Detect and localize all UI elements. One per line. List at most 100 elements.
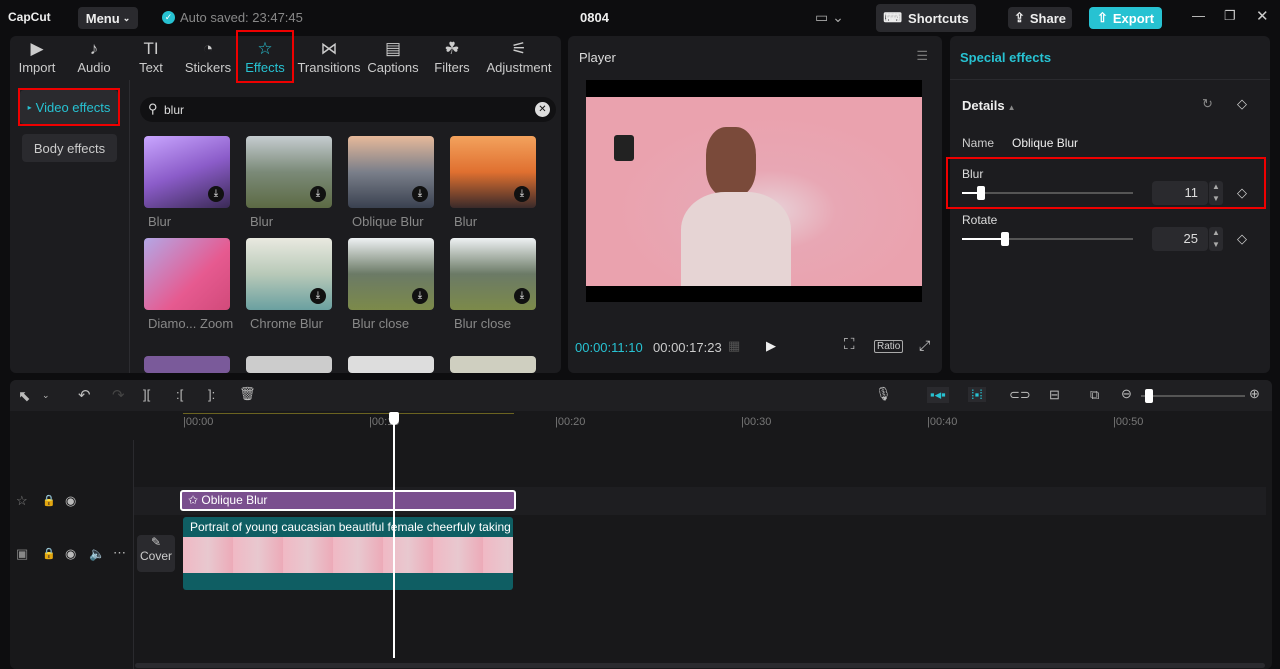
main-track-magnet-icon[interactable]: ▪◂▪ [927,387,949,403]
fullscreen-icon[interactable]: ⤢ [919,337,930,354]
blur-slider[interactable] [962,186,1133,200]
fit-icon[interactable]: ⛶ [844,336,855,353]
microphone-icon[interactable]: 🎙 [875,386,892,402]
timeline-scrollbar[interactable] [135,663,1265,668]
close-icon[interactable]: ✕ [1256,7,1269,25]
effect-label: Blur close [454,316,512,331]
eye-icon[interactable]: ◉ [65,493,76,509]
blur-value-input[interactable]: 11 [1152,181,1208,205]
tab-audio[interactable]: ♪ Audio [72,38,116,80]
time-tick: |00:40 [927,416,958,428]
undo-icon[interactable]: ↶ [78,386,91,404]
effect-clip-label: Oblique Blur [201,493,268,507]
playhead[interactable] [393,420,395,658]
blur-keyframe-icon[interactable]: ◇ [1237,185,1247,201]
video-preview[interactable] [586,80,922,302]
redo-icon[interactable]: ↷ [112,386,125,404]
zoom-slider-handle[interactable] [1145,389,1153,403]
video-track-icon: ▣ [16,546,29,561]
more-icon[interactable]: ⋯ [113,545,126,561]
project-name[interactable]: 0804 [580,10,609,25]
cover-button[interactable]: ✎ Cover [137,535,175,572]
zoom-out-icon[interactable]: ⊖ [1121,386,1132,402]
effect-thumbnail[interactable]: ⤓ [246,238,332,310]
eye-icon[interactable]: ◉ [65,546,76,562]
export-button[interactable]: ⇧ Export [1089,7,1162,29]
tab-effects[interactable]: ☆ Effects [238,38,292,80]
menu-icon[interactable]: ☰ [916,48,928,64]
timeline-zoom-slider[interactable] [1141,389,1245,403]
zoom-in-icon[interactable]: ⊕ [1249,386,1260,402]
tab-filters[interactable]: ☘ Filters [426,38,478,80]
download-icon[interactable]: ⤓ [208,186,224,202]
auto-snap-icon[interactable]: ⁞▪⁞ [968,387,986,402]
blur-stepper[interactable]: ▲ ▼ [1209,181,1223,205]
special-effects-tab[interactable]: Special effects [960,50,1051,65]
tab-adjustment[interactable]: ⚟ Adjustment [482,38,556,80]
current-time: 00:00:11:10 [575,340,643,355]
total-time: 00:00:17:23 [653,340,722,355]
effect-thumbnail[interactable]: ⤓ [450,238,536,310]
keyframe-icon[interactable]: ◇ [1237,96,1247,112]
tab-import[interactable]: ▶ Import [12,38,62,80]
details-section[interactable]: Details ▲ [962,98,1016,113]
tab-label: Captions [367,60,419,75]
download-icon[interactable]: ⤓ [310,288,326,304]
sidebar-body-effects[interactable]: Body effects [22,134,117,162]
effect-clip[interactable]: ✩ Oblique Blur [180,490,516,511]
shortcuts-button[interactable]: ⌨ Shortcuts [876,4,976,32]
rotate-stepper[interactable]: ▲ ▼ [1209,227,1223,251]
effect-thumbnail[interactable]: ⤓ [246,136,332,208]
rotate-keyframe-icon[interactable]: ◇ [1237,231,1247,247]
video-effects-label: Video effects [35,99,111,115]
audio-icon: ♪ [89,39,99,58]
sidebar-video-effects[interactable]: ▸ Video effects [20,90,118,124]
tab-label: Import [18,60,56,75]
playhead-handle[interactable] [389,412,399,425]
rotate-slider-handle[interactable] [1000,232,1009,246]
waveform-icon[interactable]: ▦ [728,338,740,354]
lock-icon[interactable]: 🔒 [42,494,56,507]
lock-icon[interactable]: 🔒 [42,547,56,560]
video-clip[interactable]: Portrait of young caucasian beautiful fe… [183,517,513,590]
tab-transitions[interactable]: ⋈ Transitions [296,38,362,80]
split-icon[interactable]: ][ [143,387,150,402]
effect-thumbnail[interactable]: ⤓ [450,136,536,208]
download-icon[interactable]: ⤓ [310,186,326,202]
tab-stickers[interactable]: ◔ Stickers [180,38,236,80]
delete-icon[interactable]: 🗑 [239,386,256,402]
play-icon[interactable]: ▶ [766,338,776,354]
ratio-button[interactable]: Ratio [874,340,904,353]
effect-label: Chrome Blur [250,316,323,331]
fit-timeline-icon[interactable]: ⧉ [1090,387,1099,403]
download-icon[interactable]: ⤓ [412,186,428,202]
split-right-icon[interactable]: ]: [208,387,215,402]
blur-slider-handle[interactable] [976,186,985,200]
effect-thumbnail[interactable] [144,238,230,310]
restore-icon[interactable]: ❐ [1224,8,1236,24]
tab-captions[interactable]: ▤ Captions [362,38,424,80]
effect-thumbnail[interactable]: ⤓ [144,136,230,208]
rotate-value-input[interactable]: 25 [1152,227,1208,251]
search-input[interactable]: ⚲ blur ✕ [140,97,556,122]
select-tool-icon[interactable]: ⬉ [18,387,31,405]
menu-button[interactable]: Menu ⌄ [78,7,138,29]
reset-icon[interactable]: ↻ [1202,96,1213,112]
effect-thumbnail[interactable]: ⤓ [348,136,434,208]
share-button[interactable]: ⇪ Share [1008,7,1072,29]
rotate-slider[interactable] [962,232,1133,246]
minimize-icon[interactable]: — [1192,8,1205,23]
tab-text[interactable]: TI Text [128,38,174,80]
chevron-down-icon[interactable]: ⌄ [42,390,50,401]
volume-icon[interactable]: 🔈 [89,546,105,562]
link-icon[interactable]: ⊂⊃ [1009,387,1031,403]
layout-icon[interactable]: ▭ ⌄ [815,9,844,26]
download-icon[interactable]: ⤓ [514,288,530,304]
preview-axis-icon[interactable]: ⊟ [1049,387,1060,403]
download-icon[interactable]: ⤓ [514,186,530,202]
captions-icon: ▤ [384,39,402,58]
clear-search-icon[interactable]: ✕ [535,102,550,117]
download-icon[interactable]: ⤓ [412,288,428,304]
split-left-icon[interactable]: :[ [176,387,183,402]
effect-thumbnail[interactable]: ⤓ [348,238,434,310]
